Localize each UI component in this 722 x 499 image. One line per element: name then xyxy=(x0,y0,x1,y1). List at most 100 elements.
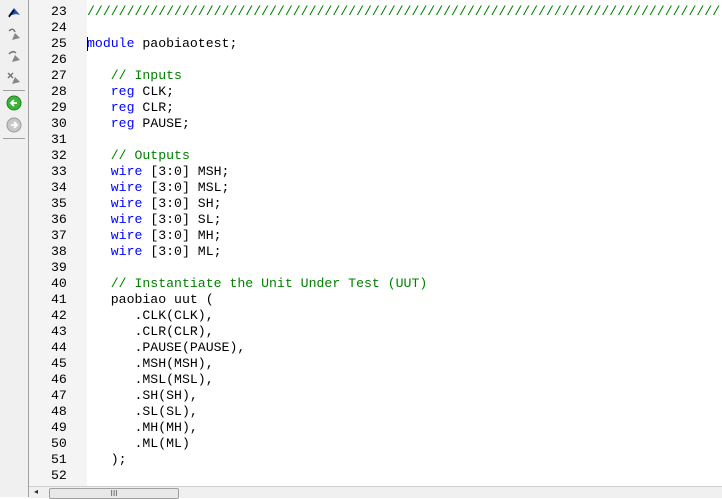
line-number: 38 xyxy=(51,244,67,259)
code-line[interactable]: 45 .MSH(MSH), xyxy=(29,356,722,372)
code-token: .SH(SH), xyxy=(87,388,198,403)
scrollbar-thumb[interactable]: III xyxy=(49,488,179,499)
line-number: 36 xyxy=(51,212,67,227)
code-token: ); xyxy=(87,452,127,467)
code-text: ////////////////////////////////////////… xyxy=(87,4,720,20)
code-line[interactable]: 42 .CLK(CLK), xyxy=(29,308,722,324)
code-line[interactable]: 24 xyxy=(29,20,722,36)
code-token: [3:0] MSL; xyxy=(142,180,230,195)
line-number: 50 xyxy=(51,436,67,451)
code-line[interactable]: 52 xyxy=(29,468,722,484)
code-line[interactable]: 38 wire [3:0] ML; xyxy=(29,244,722,260)
line-number: 46 xyxy=(51,372,67,387)
toolbar-divider xyxy=(3,90,25,91)
line-number: 40 xyxy=(51,276,67,291)
code-line[interactable]: 23 //////////////////////////////////////… xyxy=(29,4,722,20)
code-editor[interactable]: 23 //////////////////////////////////////… xyxy=(29,4,722,484)
code-line[interactable]: 29 reg CLR; xyxy=(29,100,722,116)
code-text: wire [3:0] ML; xyxy=(87,244,222,260)
code-text: // Outputs xyxy=(87,148,190,164)
forward-arrow-icon[interactable] xyxy=(5,116,23,134)
code-line[interactable]: 37 wire [3:0] MH; xyxy=(29,228,722,244)
line-number: 30 xyxy=(51,116,67,131)
horizontal-scrollbar[interactable]: ◂ III xyxy=(29,486,722,499)
code-line[interactable]: 27 // Inputs xyxy=(29,68,722,84)
code-line[interactable]: 50 .ML(ML) xyxy=(29,436,722,452)
keyword-token: module xyxy=(87,36,135,51)
code-line[interactable]: 30 reg PAUSE; xyxy=(29,116,722,132)
text-cursor xyxy=(87,37,88,51)
code-text: .CLR(CLR), xyxy=(87,324,213,340)
code-line[interactable]: 32 // Outputs xyxy=(29,148,722,164)
code-text: wire [3:0] MSH; xyxy=(87,164,230,180)
code-token: .ML(ML) xyxy=(87,436,190,451)
code-line[interactable]: 48 .SL(SL), xyxy=(29,404,722,420)
code-text: reg PAUSE; xyxy=(87,116,190,132)
line-number: 44 xyxy=(51,340,67,355)
scroll-left-arrow[interactable]: ◂ xyxy=(34,487,38,496)
code-line[interactable]: 49 .MH(MH), xyxy=(29,420,722,436)
code-text: reg CLK; xyxy=(87,84,174,100)
code-token: CLR; xyxy=(134,100,175,115)
code-text: wire [3:0] SL; xyxy=(87,212,222,228)
keyword-token: reg xyxy=(110,100,135,115)
code-token: .MH(MH), xyxy=(87,420,198,435)
code-text: // Inputs xyxy=(87,68,182,84)
code-token: [3:0] SH; xyxy=(142,196,222,211)
code-line[interactable]: 31 xyxy=(29,132,722,148)
line-number: 35 xyxy=(51,196,67,211)
code-line[interactable]: 47 .SH(SH), xyxy=(29,388,722,404)
keyword-token: wire xyxy=(110,228,143,243)
line-number: 43 xyxy=(51,324,67,339)
bookmark-toggle-icon[interactable] xyxy=(5,3,23,21)
back-arrow-icon[interactable] xyxy=(5,94,23,112)
line-number: 34 xyxy=(51,180,67,195)
code-line[interactable]: 44 .PAUSE(PAUSE), xyxy=(29,340,722,356)
code-line[interactable]: 35 wire [3:0] SH; xyxy=(29,196,722,212)
line-number: 52 xyxy=(51,468,67,483)
code-line[interactable]: 39 xyxy=(29,260,722,276)
code-text: .SL(SL), xyxy=(87,404,197,420)
code-text: .MSL(MSL), xyxy=(87,372,213,388)
toolbar-divider xyxy=(3,138,25,139)
code-text: .SH(SH), xyxy=(87,388,198,404)
line-number: 29 xyxy=(51,100,67,115)
keyword-token: wire xyxy=(110,180,143,195)
bookmark-clear-icon[interactable] xyxy=(5,69,23,87)
code-line[interactable]: 46 .MSL(MSL), xyxy=(29,372,722,388)
code-text: .MH(MH), xyxy=(87,420,198,436)
code-text: wire [3:0] MH; xyxy=(87,228,222,244)
code-line[interactable]: 25 module paobiaotest; xyxy=(29,36,722,52)
code-line[interactable]: 26 xyxy=(29,52,722,68)
code-token: [3:0] ML; xyxy=(142,244,222,259)
bookmark-toolbar xyxy=(0,0,29,497)
comment-token: // Outputs xyxy=(87,148,190,163)
code-line[interactable]: 34 wire [3:0] MSL; xyxy=(29,180,722,196)
code-token: paobiao uut ( xyxy=(87,292,214,307)
code-line[interactable]: 51 ); xyxy=(29,452,722,468)
bookmark-previous-icon[interactable] xyxy=(5,25,23,43)
code-token: [3:0] MSH; xyxy=(142,164,230,179)
code-line[interactable]: 33 wire [3:0] MSH; xyxy=(29,164,722,180)
line-number: 51 xyxy=(51,452,67,467)
code-token: PAUSE; xyxy=(134,116,190,131)
code-line[interactable]: 28 reg CLK; xyxy=(29,84,722,100)
code-token: CLK; xyxy=(134,84,175,99)
code-line[interactable]: 36 wire [3:0] SL; xyxy=(29,212,722,228)
code-line[interactable]: 43 .CLR(CLR), xyxy=(29,324,722,340)
keyword-token: wire xyxy=(110,196,143,211)
line-number: 37 xyxy=(51,228,67,243)
code-line[interactable]: 40 // Instantiate the Unit Under Test (U… xyxy=(29,276,722,292)
line-number: 42 xyxy=(51,308,67,323)
line-number: 28 xyxy=(51,84,67,99)
bookmark-next-icon[interactable] xyxy=(5,47,23,65)
code-token: [3:0] MH; xyxy=(142,228,222,243)
keyword-token: reg xyxy=(110,116,135,131)
code-line[interactable]: 41 paobiao uut ( xyxy=(29,292,722,308)
code-text: .MSH(MSH), xyxy=(87,356,213,372)
line-number: 48 xyxy=(51,404,67,419)
